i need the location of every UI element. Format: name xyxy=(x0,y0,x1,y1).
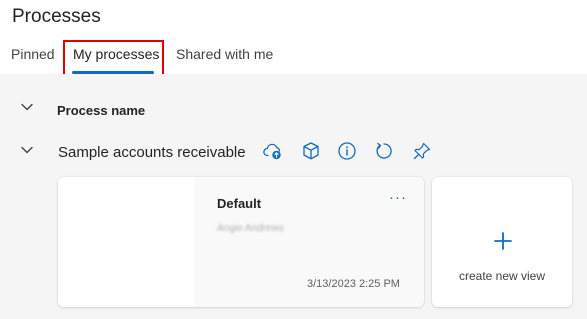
highlight-annotation-box xyxy=(63,40,164,78)
cloud-upload-icon[interactable] xyxy=(262,140,284,162)
group-header-label: Process name xyxy=(57,103,146,118)
process-collapse-chevron-icon[interactable] xyxy=(20,143,34,157)
view-card-default[interactable]: Default ··· Angie Andrews 3/13/2023 2:25… xyxy=(58,177,424,307)
view-card-body: Default ··· Angie Andrews 3/13/2023 2:25… xyxy=(194,177,424,307)
process-list-area: Process name Sample accounts receivable xyxy=(0,74,587,319)
plus-icon xyxy=(494,232,512,250)
view-thumbnail xyxy=(58,177,194,307)
tab-shared-with-me[interactable]: Shared with me xyxy=(176,46,273,62)
process-name: Sample accounts receivable xyxy=(58,144,246,161)
info-icon[interactable] xyxy=(336,140,358,162)
view-title: Default xyxy=(217,196,262,211)
cube-icon[interactable] xyxy=(300,140,322,162)
view-owner: Angie Andrews xyxy=(217,223,284,234)
tab-pinned[interactable]: Pinned xyxy=(11,46,55,62)
refresh-icon[interactable] xyxy=(373,140,395,162)
page-title: Processes xyxy=(12,6,101,27)
create-new-view-button[interactable]: create new view xyxy=(432,177,572,307)
view-date: 3/13/2023 2:25 PM xyxy=(307,278,400,290)
create-new-view-label: create new view xyxy=(458,269,546,283)
more-options-icon[interactable]: ··· xyxy=(389,189,407,206)
pin-icon[interactable] xyxy=(411,140,433,162)
group-collapse-chevron-icon[interactable] xyxy=(20,100,34,114)
